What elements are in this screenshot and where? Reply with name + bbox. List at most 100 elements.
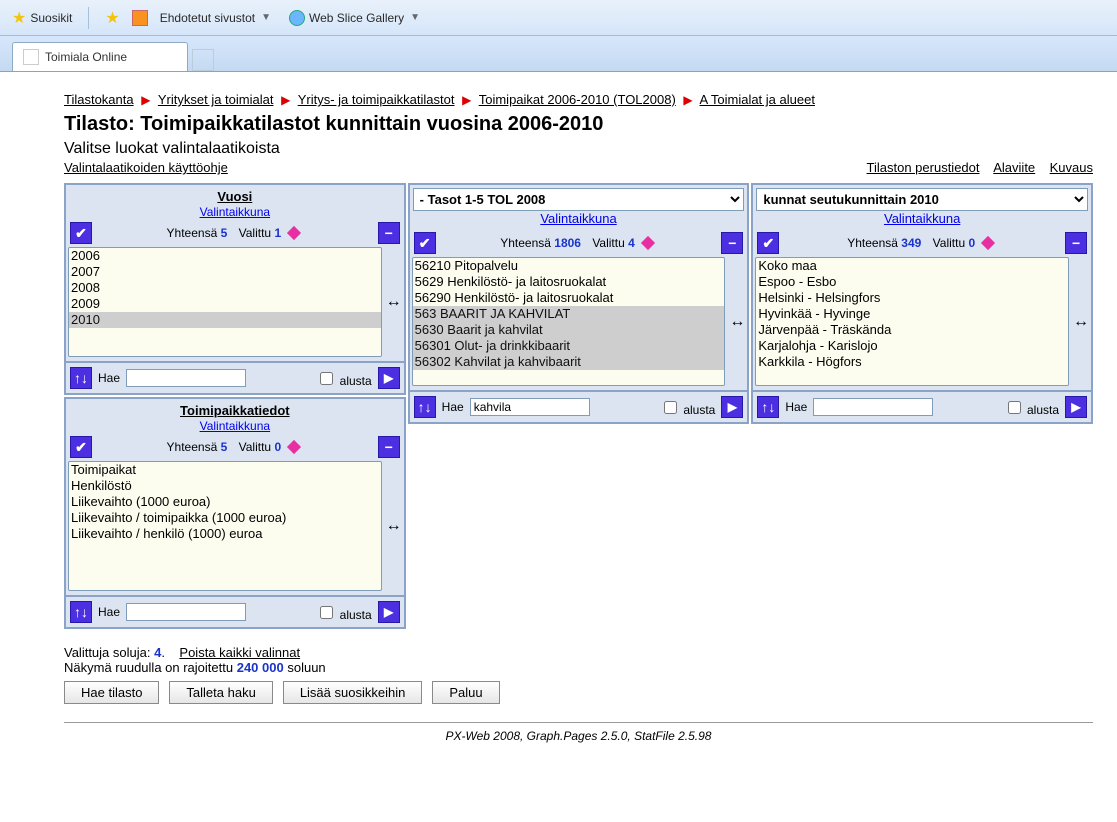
crumb-3[interactable]: Toimipaikat 2006-2010 (TOL2008) [479, 92, 676, 107]
panel-tiedot: Toimipaikkatiedot Valintaikkuna ✔ Yhteen… [64, 397, 406, 629]
tiedot-search-go[interactable]: ▶ [378, 601, 400, 623]
link-kuvaus[interactable]: Kuvaus [1050, 160, 1093, 175]
tiedot-total: Yhteensä 5 [167, 440, 228, 454]
help-link[interactable]: Valintalaatikoiden käyttöohje [64, 160, 228, 175]
sort-button[interactable]: ↑↓ [70, 367, 92, 389]
selected-cells-count: 4 [154, 645, 161, 660]
resize-handle[interactable]: ↔ [729, 313, 745, 331]
btn-lisaa-suosikkeihin[interactable]: Lisää suosikkeihin [283, 681, 423, 704]
rss-icon[interactable] [132, 10, 148, 26]
tab-title: Toimiala Online [45, 50, 127, 64]
vuosi-alusta[interactable]: alusta [316, 369, 371, 388]
diamond-icon [287, 440, 301, 454]
favorites-label: Suosikit [30, 11, 72, 25]
webslice-label: Web Slice Gallery [309, 11, 404, 25]
panel-vuosi-window-link[interactable]: Valintaikkuna [200, 205, 271, 219]
btn-talleta-haku[interactable]: Talleta haku [169, 681, 272, 704]
select-all-button[interactable]: ✔ [70, 222, 92, 244]
crumb-0[interactable]: Tilastokanta [64, 92, 134, 107]
deselect-all-button[interactable]: − [721, 232, 743, 254]
resize-handle[interactable]: ↔ [1073, 313, 1089, 331]
panel-kunnat: kunnat seutukunnittain 2010 Valintaikkun… [751, 183, 1093, 424]
sort-button[interactable]: ↑↓ [414, 396, 436, 418]
new-tab-button[interactable] [192, 49, 214, 71]
panel-vuosi: Vuosi Valintaikkuna ✔ Yhteensä 5 Valittu… [64, 183, 406, 395]
tasot-listbox[interactable]: 56210 Pitopalvelu5629 Henkilöstö- ja lai… [412, 257, 726, 386]
favorites-button[interactable]: ★ Suosikit [6, 6, 78, 30]
hae-label: Hae [98, 371, 120, 385]
ie-favorites-bar: ★ Suosikit ★ Ehdotetut sivustot ▼ Web Sl… [0, 0, 1117, 36]
panel-tasot: - Tasot 1-5 TOL 2008 Valintaikkuna ✔ Yht… [408, 183, 750, 424]
kunnat-listbox[interactable]: Koko maaEspoo - EsboHelsinki - Helsingfo… [755, 257, 1069, 386]
suggested-label: Ehdotetut sivustot [160, 11, 255, 25]
sort-button[interactable]: ↑↓ [757, 396, 779, 418]
tiedot-selected: Valittu 0 [239, 440, 282, 454]
kunnat-total: Yhteensä 349 [847, 236, 921, 250]
crumb-sep-icon: ▶ [141, 93, 150, 107]
selected-cells-label: Valittuja soluja: [64, 645, 150, 660]
limit-count: 240 000 [237, 660, 284, 675]
vuosi-search-input[interactable] [126, 369, 246, 387]
footer: Valittuja soluja: 4. Poista kaikki valin… [64, 645, 1093, 704]
crumb-sep-icon: ▶ [281, 93, 290, 107]
separator [64, 722, 1093, 723]
resize-handle[interactable]: ↔ [386, 517, 402, 535]
kunnat-search-input[interactable] [813, 398, 933, 416]
sort-button[interactable]: ↑↓ [70, 601, 92, 623]
vuosi-listbox[interactable]: 20062007200820092010 [68, 247, 382, 357]
chevron-down-icon: ▼ [410, 12, 420, 23]
browser-tab[interactable]: Toimiala Online [12, 42, 188, 71]
resize-handle[interactable]: ↔ [386, 293, 402, 311]
tasot-search-input[interactable] [470, 398, 590, 416]
suggested-sites-button[interactable]: Ehdotetut sivustot ▼ [154, 9, 277, 27]
deselect-all-button[interactable]: − [378, 436, 400, 458]
tiedot-listbox[interactable]: ToimipaikatHenkilöstöLiikevaihto (1000 e… [68, 461, 382, 591]
breadcrumb: Tilastokanta ▶ Yritykset ja toimialat ▶ … [64, 92, 1093, 107]
panel-tasot-window-link[interactable]: Valintaikkuna [540, 211, 616, 226]
vuosi-search-go[interactable]: ▶ [378, 367, 400, 389]
tasot-total: Yhteensä 1806 [500, 236, 581, 250]
btn-hae-tilasto[interactable]: Hae tilasto [64, 681, 159, 704]
panel-vuosi-title: Vuosi [68, 189, 402, 204]
credits: PX-Web 2008, Graph.Pages 2.5.0, StatFile… [64, 729, 1093, 743]
add-fav-icon[interactable]: ★ [99, 6, 125, 30]
clear-all-link[interactable]: Poista kaikki valinnat [179, 645, 300, 660]
tasot-alusta[interactable]: alusta [660, 398, 715, 417]
favicon [23, 49, 39, 65]
kunnat-alusta[interactable]: alusta [1004, 398, 1059, 417]
deselect-all-button[interactable]: − [1065, 232, 1087, 254]
panel-tiedot-title: Toimipaikkatiedot [68, 403, 402, 418]
kunnat-search-go[interactable]: ▶ [1065, 396, 1087, 418]
tasot-dropdown[interactable]: - Tasot 1-5 TOL 2008 [413, 188, 745, 211]
crumb-2[interactable]: Yritys- ja toimipaikkatilastot [298, 92, 455, 107]
crumb-sep-icon: ▶ [462, 93, 471, 107]
crumb-1[interactable]: Yritykset ja toimialat [158, 92, 274, 107]
page-subtitle: Valitse luokat valintalaatikoista [64, 140, 1093, 158]
diamond-icon [641, 236, 655, 250]
link-alaviite[interactable]: Alaviite [993, 160, 1035, 175]
separator [88, 7, 89, 29]
hae-label: Hae [785, 400, 807, 414]
link-perustiedot[interactable]: Tilaston perustiedot [867, 160, 980, 175]
hae-label: Hae [442, 400, 464, 414]
crumb-4[interactable]: A Toimialat ja alueet [700, 92, 815, 107]
vuosi-total: Yhteensä 5 [167, 226, 228, 240]
select-all-button[interactable]: ✔ [414, 232, 436, 254]
selection-panels: Vuosi Valintaikkuna ✔ Yhteensä 5 Valittu… [64, 183, 1093, 629]
webslice-button[interactable]: Web Slice Gallery ▼ [283, 8, 426, 28]
deselect-all-button[interactable]: − [378, 222, 400, 244]
tiedot-search-input[interactable] [126, 603, 246, 621]
kunnat-dropdown[interactable]: kunnat seutukunnittain 2010 [756, 188, 1088, 211]
crumb-sep-icon: ▶ [683, 93, 692, 107]
tasot-search-go[interactable]: ▶ [721, 396, 743, 418]
btn-paluu[interactable]: Paluu [432, 681, 499, 704]
panel-kunnat-window-link[interactable]: Valintaikkuna [884, 211, 960, 226]
tiedot-alusta[interactable]: alusta [316, 603, 371, 622]
tab-strip: Toimiala Online [0, 36, 1117, 72]
select-all-button[interactable]: ✔ [757, 232, 779, 254]
panel-tiedot-window-link[interactable]: Valintaikkuna [200, 419, 271, 433]
kunnat-selected: Valittu 0 [933, 236, 976, 250]
ie-icon [289, 10, 305, 26]
select-all-button[interactable]: ✔ [70, 436, 92, 458]
chevron-down-icon: ▼ [261, 12, 271, 23]
